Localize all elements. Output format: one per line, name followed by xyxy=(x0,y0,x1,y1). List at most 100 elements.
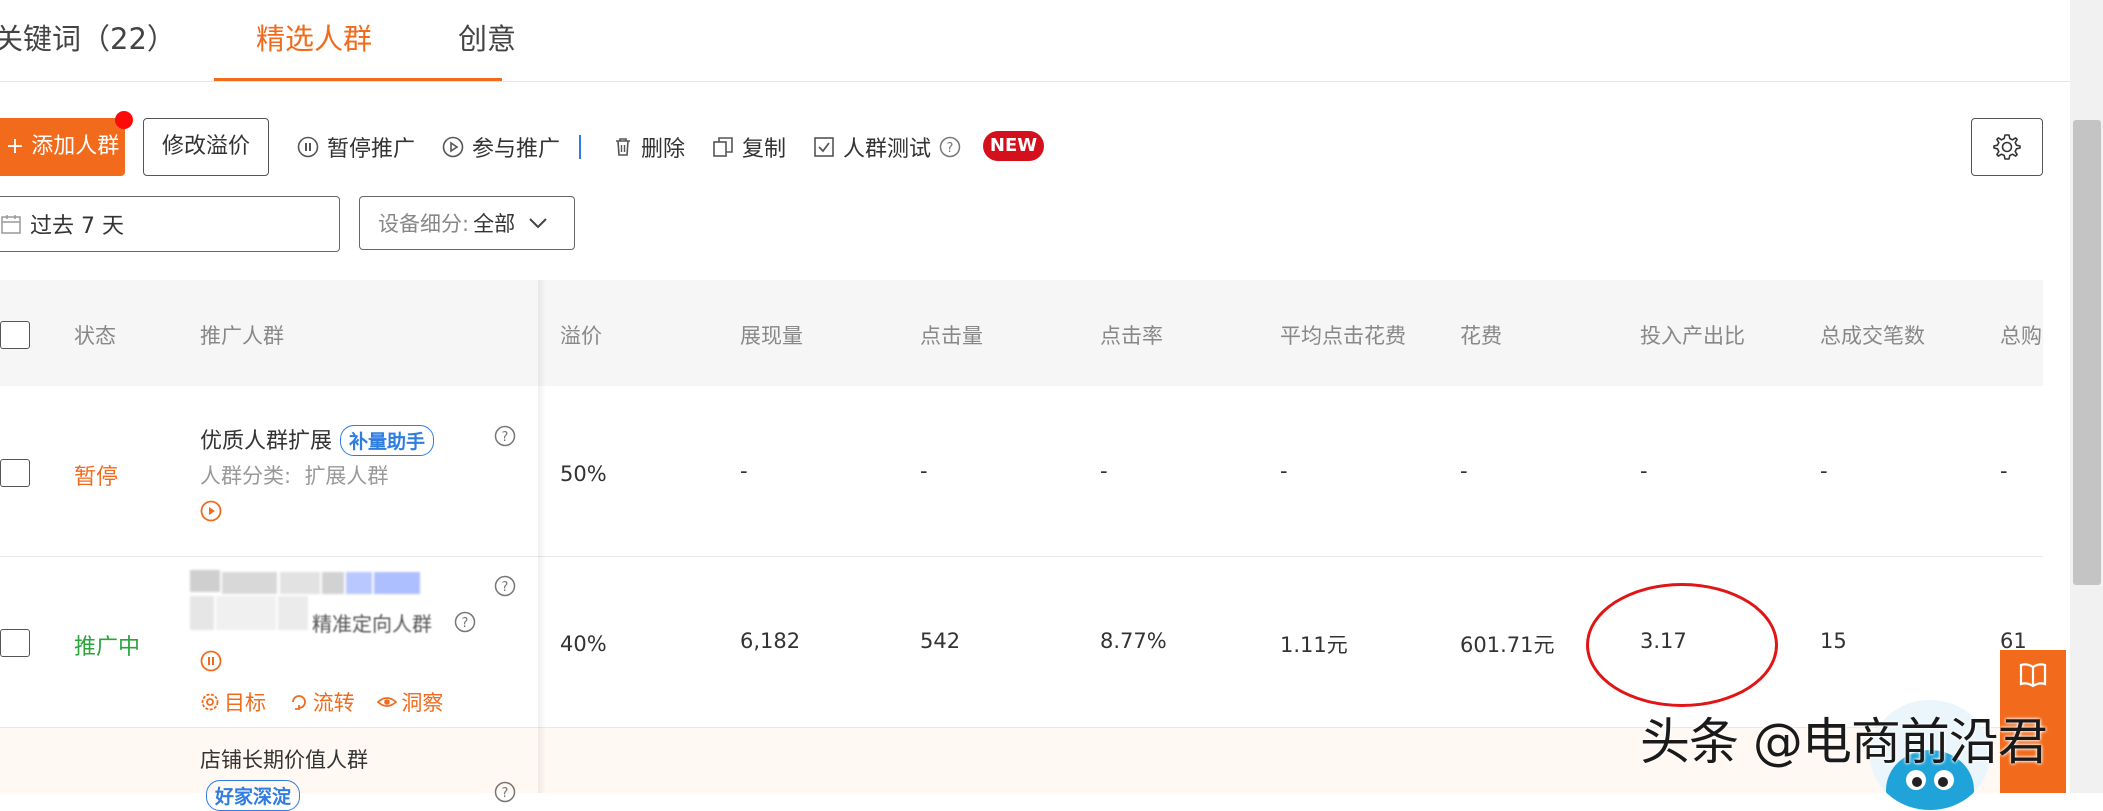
copy-button[interactable]: 复制 xyxy=(712,131,786,163)
header-orders[interactable]: 总成交笔数 xyxy=(1820,320,1925,350)
tab-keywords[interactable]: 关键词（22） xyxy=(0,16,176,58)
delete-label: 删除 xyxy=(641,137,686,162)
audience-name: 店铺长期价值人群 xyxy=(200,748,368,772)
device-select[interactable]: 设备细分: 全部 xyxy=(359,196,575,250)
flow-icon xyxy=(291,695,306,710)
audience-name: 优质人群扩展 补量助手 xyxy=(200,423,435,456)
audience-tag-text: 好家深淀 xyxy=(206,780,301,811)
header-ctr[interactable]: 点击率 xyxy=(1100,320,1163,350)
calendar-icon xyxy=(1,215,21,234)
frozen-column-shadow xyxy=(538,280,546,793)
row-avg-cpc: 1.11元 xyxy=(1280,633,1348,657)
audience-name-suffix: 精准定向人群 xyxy=(312,612,432,636)
row-checkbox[interactable] xyxy=(0,459,30,487)
audience-category-label: 人群分类: xyxy=(200,464,292,488)
row-premium[interactable]: 50% xyxy=(560,462,607,486)
add-audience-button[interactable]: + 添加人群 xyxy=(0,118,125,176)
pause-icon xyxy=(297,136,319,158)
goal-label: 目标 xyxy=(224,691,266,715)
chevron-down-icon xyxy=(529,218,547,229)
svg-text:?: ? xyxy=(502,580,509,595)
gear-icon xyxy=(1993,134,2021,160)
date-range-value: 过去 7 天 xyxy=(30,214,124,239)
pause-label: 暂停推广 xyxy=(327,137,416,162)
modify-premium-button[interactable]: 修改溢价 xyxy=(143,118,269,176)
row-clicks: 542 xyxy=(920,629,961,653)
help-icon[interactable]: ? xyxy=(494,425,516,447)
join-button[interactable]: 参与推广 xyxy=(442,131,560,163)
svg-text:?: ? xyxy=(947,141,954,156)
row-ctr: - xyxy=(1100,459,1108,483)
row-fav: - xyxy=(2000,459,2008,483)
audience-test-label: 人群测试 xyxy=(843,137,932,162)
toolbar-separator xyxy=(579,135,581,159)
audience-tag: 好家深淀 xyxy=(200,780,301,811)
help-icon[interactable]: ? xyxy=(939,136,961,158)
delete-button[interactable]: 删除 xyxy=(613,131,685,163)
row-premium[interactable]: 40% xyxy=(560,632,607,656)
row-impressions: 6,182 xyxy=(740,629,801,653)
checkbox-icon xyxy=(814,137,834,157)
audience-test-button[interactable]: 人群测试 ? xyxy=(813,131,961,163)
audience-category: 人群分类: 扩展人群 xyxy=(200,460,388,490)
scrollbar-thumb[interactable] xyxy=(2073,120,2101,585)
header-fav[interactable]: 总购 xyxy=(2000,320,2042,350)
row-cost: 601.71元 xyxy=(1460,633,1555,657)
row-impressions: - xyxy=(740,459,748,483)
row-ctr: 8.77% xyxy=(1100,629,1167,653)
select-all-checkbox[interactable] xyxy=(0,321,30,349)
row-actions: 目标 流转 洞察 xyxy=(200,687,459,717)
goal-link[interactable]: 目标 xyxy=(200,687,266,717)
header-impressions[interactable]: 展现量 xyxy=(740,320,803,350)
row-orders: - xyxy=(1820,459,1828,483)
copy-icon xyxy=(713,137,733,157)
book-icon xyxy=(2019,663,2047,688)
target-gear-icon xyxy=(201,693,219,711)
tab-creative[interactable]: 创意 xyxy=(458,16,516,58)
device-select-label: 设备细分: xyxy=(378,212,470,236)
header-avg-cpc[interactable]: 平均点击花费 xyxy=(1280,320,1406,350)
row-avg-cpc: - xyxy=(1280,459,1288,483)
device-select-value: 全部 xyxy=(473,212,516,236)
svg-text:?: ? xyxy=(502,430,509,445)
audience-name-text: 优质人群扩展 xyxy=(200,429,333,454)
pause-icon[interactable] xyxy=(200,650,222,672)
flow-label: 流转 xyxy=(312,691,355,715)
audience-tag: 补量助手 xyxy=(340,425,435,456)
play-icon[interactable] xyxy=(200,500,222,522)
row-divider xyxy=(0,556,2043,557)
audience-category-value: 扩展人群 xyxy=(304,464,389,488)
watermark: 头条 @电商前沿君 xyxy=(1640,713,2048,771)
svg-text:?: ? xyxy=(462,616,469,631)
play-icon xyxy=(442,136,464,158)
eye-icon xyxy=(377,697,398,707)
annotation-circle xyxy=(1586,583,1778,707)
header-audience: 推广人群 xyxy=(200,324,284,348)
insight-link[interactable]: 洞察 xyxy=(377,687,443,717)
trash-icon xyxy=(616,138,630,156)
header-premium[interactable]: 溢价 xyxy=(560,320,602,350)
row-checkbox[interactable] xyxy=(0,629,30,657)
row-status: 推广中 xyxy=(74,635,141,660)
date-range-picker[interactable]: 过去 7 天 xyxy=(0,196,340,252)
header-status: 状态 xyxy=(74,324,116,348)
notification-dot xyxy=(115,111,133,129)
header-roi[interactable]: 投入产出比 xyxy=(1640,320,1745,350)
row-orders: 15 xyxy=(1820,629,1847,653)
help-icon[interactable]: ? xyxy=(494,575,516,597)
copy-label: 复制 xyxy=(742,137,787,162)
row-status: 暂停 xyxy=(74,465,119,490)
insight-label: 洞察 xyxy=(401,691,444,715)
svg-text:?: ? xyxy=(502,786,509,801)
help-icon[interactable]: ? xyxy=(494,781,516,803)
row-cost: - xyxy=(1460,459,1468,483)
join-label: 参与推广 xyxy=(472,137,561,162)
pause-button[interactable]: 暂停推广 xyxy=(297,131,415,163)
tab-divider xyxy=(0,81,2070,82)
tab-selected-audience[interactable]: 精选人群 xyxy=(256,16,372,58)
header-cost[interactable]: 花费 xyxy=(1460,320,1502,350)
settings-button[interactable] xyxy=(1971,118,2043,176)
help-icon[interactable]: ? xyxy=(454,611,476,633)
header-clicks[interactable]: 点击量 xyxy=(920,320,983,350)
flow-link[interactable]: 流转 xyxy=(289,687,355,717)
